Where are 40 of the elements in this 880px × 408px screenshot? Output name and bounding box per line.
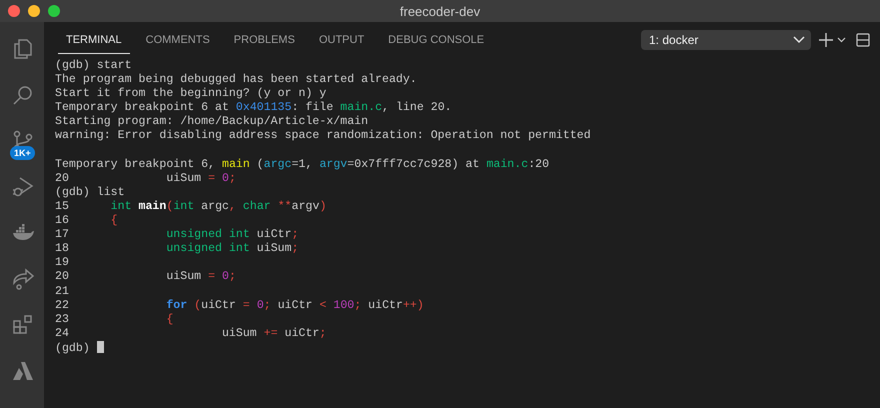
panel-tab[interactable]: OUTPUT bbox=[310, 26, 372, 54]
terminal-line: 20 uiSum = 0; bbox=[55, 270, 237, 284]
terminal-line: 24 uiSum += uiCtr; bbox=[55, 326, 328, 341]
terminal-line: 17 unsigned int uiCtr; bbox=[55, 228, 300, 242]
terminal-line: 20 uiSum = 0; bbox=[55, 172, 237, 186]
terminal-line: 19 bbox=[55, 256, 70, 270]
terminal-line: warning: Error disabling address space randomization: Operation not permitted bbox=[55, 129, 592, 144]
panel-tab[interactable]: COMMENTS bbox=[138, 26, 218, 54]
terminal-line: 22 for (uiCtr = 0; uiCtr < 100; uiCtr++) bbox=[55, 298, 425, 313]
terminal-line: 15 int main(int argc, char **argv) bbox=[55, 200, 328, 214]
terminal-line: (gdb) start bbox=[55, 59, 133, 74]
terminal-line: Temporary breakpoint 6 at 0x401135: file main.c, line 20. bbox=[55, 101, 453, 116]
panel-tab[interactable]: DEBUG CONSOLE bbox=[380, 26, 492, 54]
terminal-line: 21 bbox=[55, 284, 70, 299]
close-icon[interactable] bbox=[8, 5, 20, 17]
window-title: freecoder-dev bbox=[400, 4, 480, 18]
share-arrow-icon bbox=[11, 267, 35, 291]
terminal-line: (gdb) list bbox=[55, 186, 126, 200]
panel-tab[interactable]: PROBLEMS bbox=[226, 26, 303, 54]
terminal-line: The program being debugged has been started already. bbox=[55, 73, 418, 88]
maximize-icon[interactable] bbox=[48, 5, 60, 17]
chevron-down-icon bbox=[793, 36, 805, 44]
activity-bar-item[interactable]: 1K+ bbox=[0, 124, 44, 158]
triangle-logo-icon bbox=[11, 359, 35, 383]
count-badge: 1K+ bbox=[10, 146, 35, 160]
run-debug-icon bbox=[11, 175, 35, 199]
terminal-select[interactable]: 1: docker bbox=[641, 30, 811, 50]
panel-tab[interactable]: TERMINAL bbox=[58, 26, 130, 54]
chevron-down-icon[interactable] bbox=[837, 37, 846, 43]
plus-icon[interactable] bbox=[819, 33, 833, 47]
split-panel-icon[interactable] bbox=[856, 33, 870, 47]
terminal-line: (gdb) bbox=[55, 340, 880, 356]
extensions-icon bbox=[11, 313, 35, 337]
minimize-icon[interactable] bbox=[28, 5, 40, 17]
terminal-line: 18 unsigned int uiSum; bbox=[55, 242, 300, 256]
terminal-line: 23 { bbox=[55, 312, 174, 327]
terminal-line: Starting program: /home/Backup/Article-x/main bbox=[55, 115, 370, 130]
terminal-line: 16 { bbox=[55, 214, 119, 228]
terminal-line: Temporary breakpoint 6, main (argc=1, argv=0x7fff7cc7c928) at main.c:20 bbox=[55, 158, 550, 172]
terminal-line: Start it from the beginning? (y or n) y bbox=[55, 87, 328, 102]
